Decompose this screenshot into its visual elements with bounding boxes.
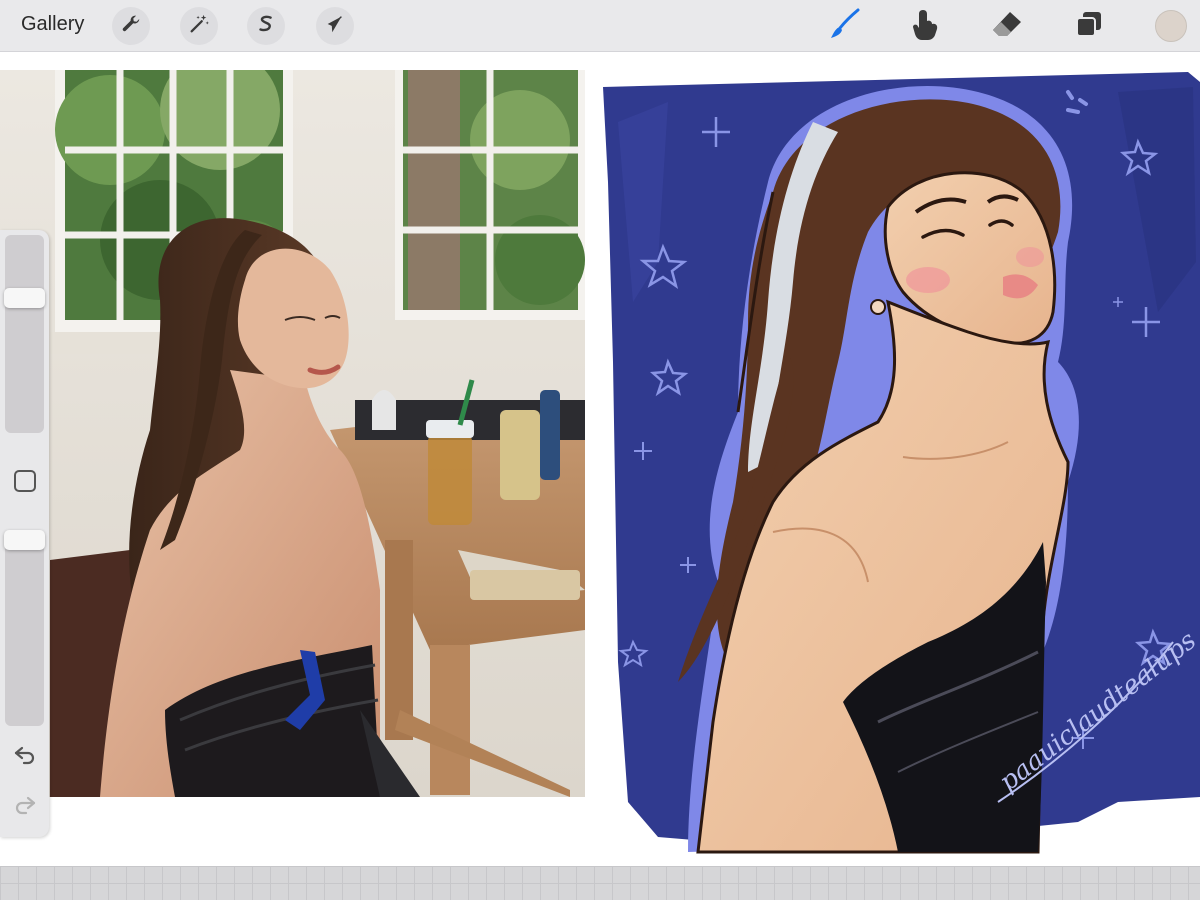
procreate-app: Gallery paauiclaudtealups	[0, 0, 1200, 900]
eraser-tool-button[interactable]	[988, 8, 1026, 44]
drawing-canvas[interactable]: paauiclaudtealups	[0, 52, 1200, 866]
color-picker-button[interactable]	[1155, 10, 1187, 42]
brush-sidebar	[0, 230, 49, 837]
layers-icon	[1074, 9, 1104, 44]
layout-grid-strip	[0, 866, 1200, 900]
actions-button[interactable]	[112, 7, 150, 45]
selection-s-icon	[255, 13, 277, 40]
reference-photo	[0, 70, 585, 797]
opacity-slider[interactable]	[5, 530, 44, 726]
undo-button[interactable]	[11, 744, 39, 770]
selection-button[interactable]	[247, 7, 285, 45]
redo-button[interactable]	[11, 794, 39, 820]
brush-tool-button[interactable]	[826, 8, 864, 44]
brush-size-slider[interactable]	[5, 235, 44, 433]
undo-arrow-icon	[13, 745, 37, 770]
arrow-cursor-icon	[324, 13, 346, 40]
digital-illustration: paauiclaudtealups	[598, 62, 1200, 866]
wrench-icon	[120, 13, 142, 40]
eraser-icon	[990, 9, 1024, 44]
brush-size-thumb[interactable]	[4, 288, 45, 309]
modify-button[interactable]	[14, 470, 36, 492]
transform-button[interactable]	[316, 7, 354, 45]
gallery-button[interactable]: Gallery	[21, 13, 84, 36]
top-toolbar: Gallery	[0, 0, 1200, 52]
magic-wand-icon	[188, 13, 210, 40]
opacity-thumb[interactable]	[4, 530, 45, 550]
smudge-finger-icon	[909, 7, 941, 46]
redo-arrow-icon	[13, 795, 37, 820]
smudge-tool-button[interactable]	[906, 8, 944, 44]
layers-button[interactable]	[1070, 8, 1108, 44]
brush-icon	[828, 7, 862, 46]
adjustments-button[interactable]	[180, 7, 218, 45]
